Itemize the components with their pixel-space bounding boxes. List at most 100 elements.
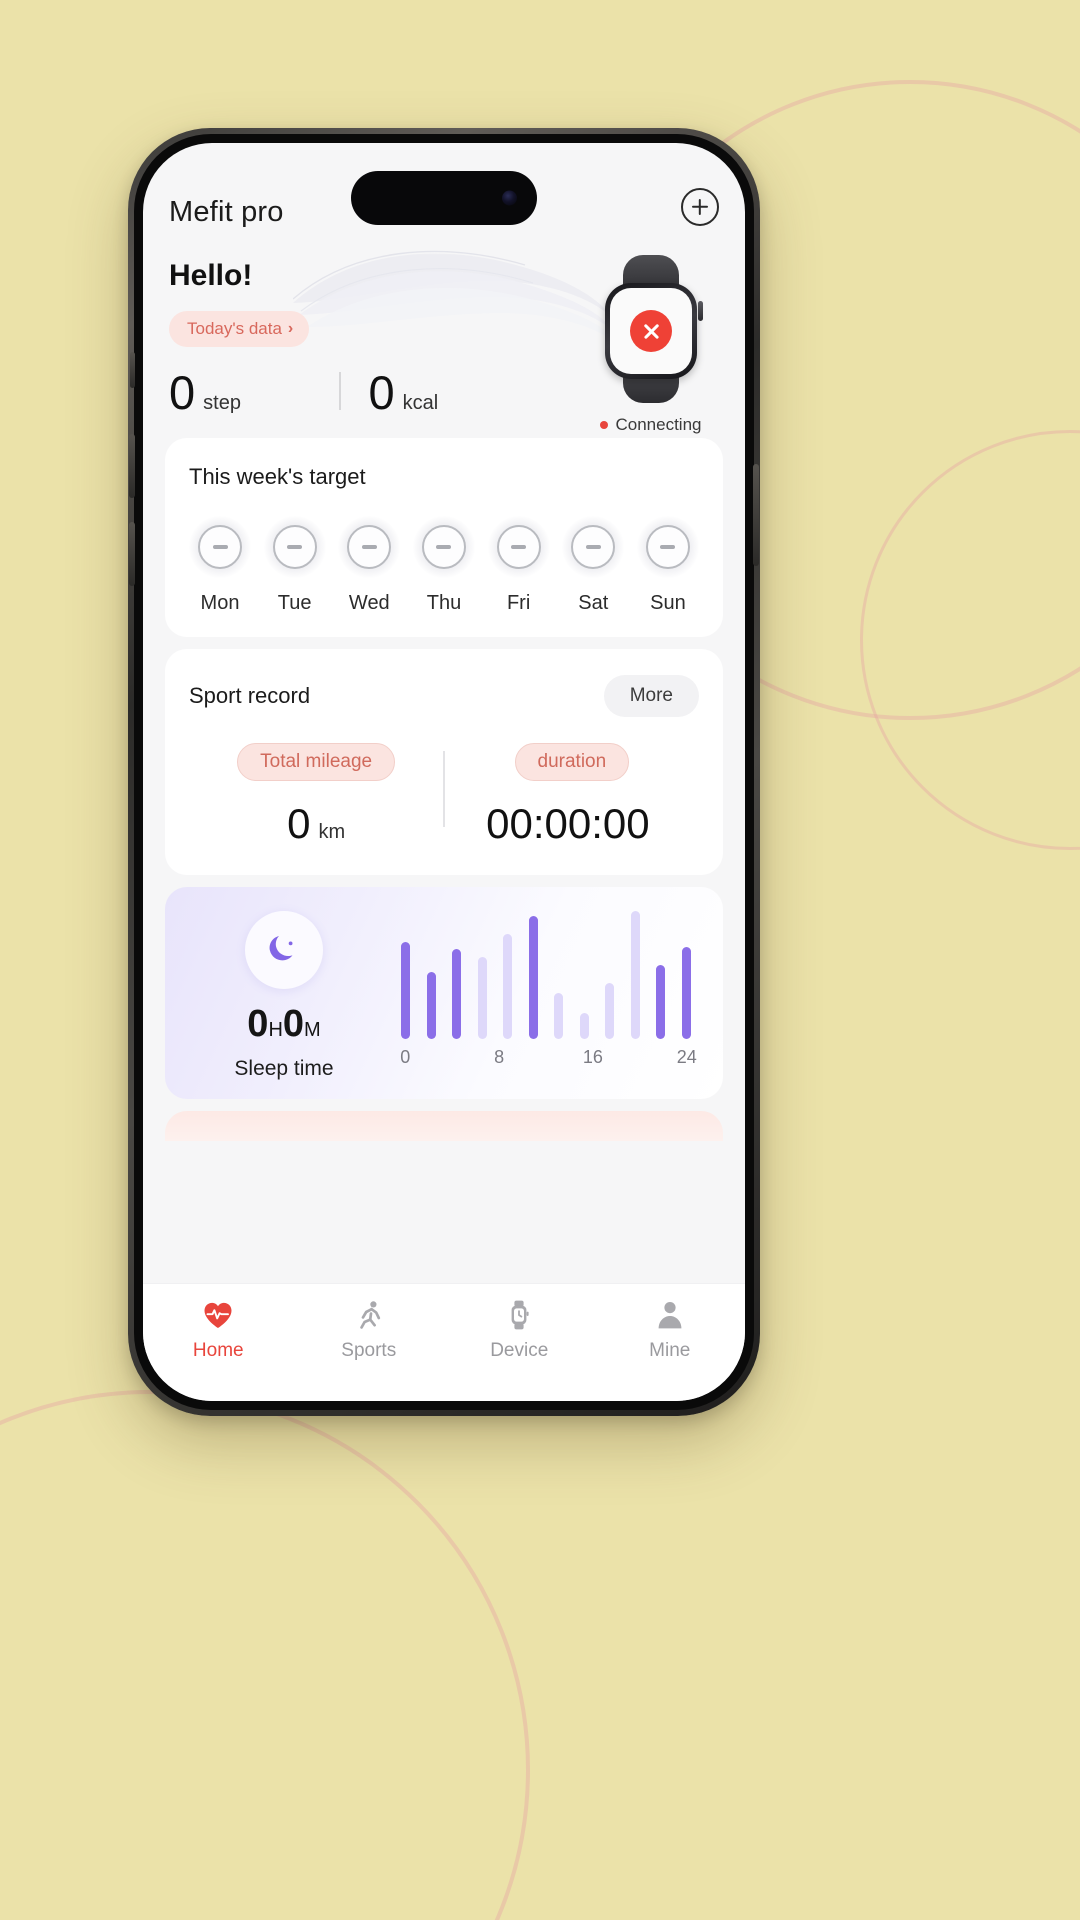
sleep-time-label: Sleep time [234,1057,334,1080]
sleep-bar-slot [648,911,674,1039]
phone-bezel: Mefit pro Connecting Hello! Today's data… [129,134,759,1410]
stat-steps: 0 step [169,369,339,416]
day-status-circle [272,525,317,569]
duration-value-row: 00:00:00 [445,803,699,845]
power-button[interactable] [753,464,759,566]
sleep-bar-slot [546,911,572,1039]
minus-icon [436,545,452,549]
axis-tick-label: 24 [676,1047,697,1067]
nav-item-label: Home [192,1340,244,1361]
nav-item-mine[interactable]: Mine [595,1298,746,1362]
close-x-icon [630,310,672,352]
sleep-minutes-unit: M [304,1019,321,1041]
day-circle-glow [636,516,699,578]
week-day-tue[interactable]: Tue [263,516,326,615]
phone-mockup: Mefit pro Connecting Hello! Today's data… [128,128,760,1416]
background-arc-bottom-left [0,1390,530,1920]
sport-record-header: Sport record More [189,675,699,717]
silent-switch[interactable] [130,352,135,388]
stats-divider [339,372,341,410]
heart-pulse-icon [201,1298,235,1332]
watch-face [610,288,692,374]
day-label: Mon [200,592,240,614]
day-status-circle [645,525,690,569]
total-mileage-unit: km [318,821,346,843]
day-circle-glow [263,516,326,578]
sleep-bar-slot [572,911,598,1039]
day-circle-glow [412,516,475,578]
card-scroll-area[interactable]: This week's target Mon Tue Wed Thu Fri Sat Sun… [143,438,745,1283]
sleep-bar-chart: 0 8 16 24 [387,911,699,1081]
nav-item-device[interactable]: Device [444,1298,595,1362]
sleep-bar [554,992,564,1039]
week-day-mon[interactable]: Mon [189,516,251,615]
sleep-card[interactable]: 0 H 0 M Sleep time 0 8 16 24 [165,887,723,1099]
day-status-circle [571,525,616,569]
sleep-hours: 0 [247,1003,269,1045]
week-day-sat[interactable]: Sat [562,516,625,615]
minus-icon [660,545,676,549]
day-circle-glow [562,516,625,578]
stat-calories: 0 kcal [369,369,439,416]
day-label: Tue [277,592,312,614]
sleep-bar-slot [393,911,419,1039]
day-label: Wed [348,592,390,614]
volume-down-button[interactable] [129,522,135,586]
day-label: Sun [650,592,686,614]
sleep-bar-slot [419,911,445,1039]
week-day-wed[interactable]: Wed [338,516,401,615]
steps-value: 0 [169,366,196,419]
nav-item-label: Sports [341,1340,397,1361]
metric-duration: duration 00:00:00 [445,743,699,845]
more-button[interactable]: More [603,675,699,717]
watch-body [605,283,697,379]
sleep-bar-slot [444,911,470,1039]
day-label: Fri [506,592,531,614]
sleep-bar [426,972,436,1039]
page-title: Mefit pro [169,196,284,228]
status-badge: Connecting [615,415,702,434]
metric-total-mileage: Total mileage 0 km [189,743,443,845]
app-root: Mefit pro Connecting Hello! Today's data… [143,143,745,1401]
running-icon [352,1298,386,1332]
week-day-sun[interactable]: Sun [636,516,699,615]
week-target-card: This week's target Mon Tue Wed Thu Fri Sat Sun [165,438,723,637]
sleep-bar [401,941,411,1039]
minus-icon [511,545,527,549]
sleep-chart-axis: 0 8 16 24 [393,1045,699,1077]
sleep-bar [656,964,666,1039]
plus-icon[interactable] [681,188,719,226]
next-card-peek[interactable] [165,1111,723,1141]
sleep-bar [477,957,487,1039]
sleep-bar-slot [495,911,521,1039]
day-status-circle [347,525,392,569]
nav-item-sports[interactable]: Sports [294,1298,445,1362]
total-mileage-pill: Total mileage [237,743,396,781]
todays-data-button[interactable]: Today's data › [169,311,310,347]
day-label: Sat [578,592,609,614]
person-icon [653,1298,687,1332]
watch-icon [603,255,703,403]
day-circle-glow [338,516,401,578]
sleep-bar [579,1013,589,1039]
week-days-row: Mon Tue Wed Thu Fri Sat Sun [189,516,699,615]
day-label: Thu [426,592,462,614]
minus-icon [361,545,377,549]
week-day-thu[interactable]: Thu [412,516,475,615]
sleep-bar-slot [521,911,547,1039]
week-day-fri[interactable]: Fri [487,516,550,615]
nav-item-home[interactable]: Home [143,1298,294,1362]
phone-screen: Mefit pro Connecting Hello! Today's data… [143,143,745,1401]
sport-record-title: Sport record [189,683,311,708]
background-arc-right-middle [860,430,1080,850]
chevron-right-icon: › [287,320,294,337]
day-status-circle [198,525,242,569]
sleep-summary: 0 H 0 M Sleep time [189,911,379,1081]
connected-device-widget[interactable]: Connecting [585,255,717,435]
sleep-chart-bars [393,911,699,1039]
sleep-bar [528,916,538,1039]
volume-up-button[interactable] [129,434,135,498]
axis-tick-label: 0 [400,1047,411,1067]
watch-icon [502,1298,536,1332]
day-circle-glow [189,516,251,578]
